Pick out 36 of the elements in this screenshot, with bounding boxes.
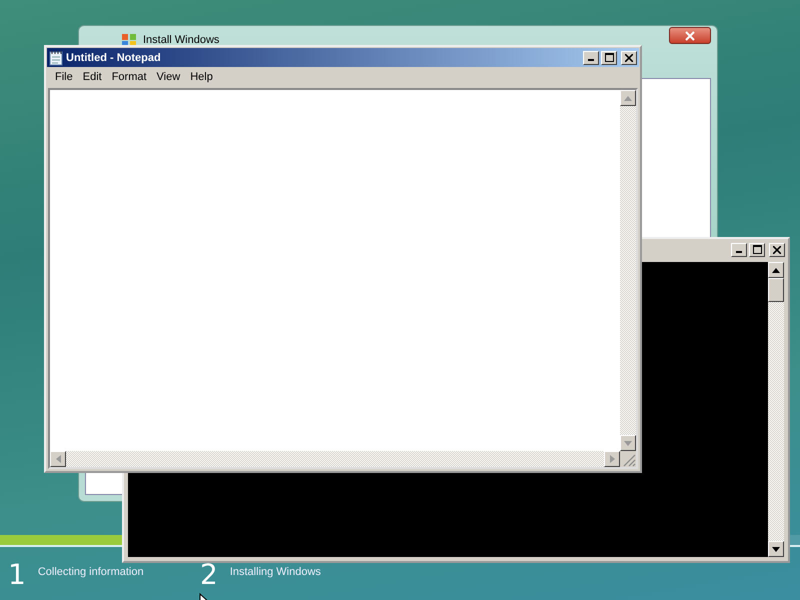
close-icon [625,54,633,62]
step-number: 2 [200,560,218,590]
scroll-left-button[interactable] [50,451,66,467]
menu-item[interactable]: Edit [78,71,107,83]
minimize-button[interactable] [583,50,599,64]
scroll-right-button[interactable] [604,451,620,467]
horizontal-scrollbar[interactable] [50,451,620,467]
menu-item[interactable]: View [152,71,186,83]
window-title: Untitled - Notepad [66,52,161,64]
close-icon [773,246,781,254]
resize-grip-icon[interactable] [620,451,636,467]
menu-item[interactable]: Format [106,71,152,83]
close-button[interactable] [669,27,711,44]
caret-up-icon [624,96,632,100]
scrollbar-thumb[interactable] [768,278,784,302]
scroll-down-button[interactable] [768,541,784,557]
caret-up-icon [772,268,780,272]
close-icon [685,30,695,40]
menu-item[interactable]: Help [185,71,218,83]
step-label: Installing Windows [230,566,321,578]
maximize-button[interactable] [749,242,765,256]
caret-left-icon [56,455,60,463]
menu-item[interactable]: File [50,71,78,83]
step-number: 1 [8,560,26,590]
vertical-scrollbar[interactable] [620,90,636,451]
caret-right-icon [610,455,614,463]
vertical-scrollbar[interactable] [768,262,784,557]
minimize-button[interactable] [731,242,747,256]
step-label: Collecting information [38,566,144,578]
maximize-button[interactable] [601,50,617,64]
notepad-icon [49,50,63,66]
caret-down-icon [624,440,632,446]
scroll-up-button[interactable] [620,90,636,106]
scroll-down-button[interactable] [620,435,636,451]
window-title: Install Windows [143,34,220,46]
scroll-up-button[interactable] [768,262,784,278]
